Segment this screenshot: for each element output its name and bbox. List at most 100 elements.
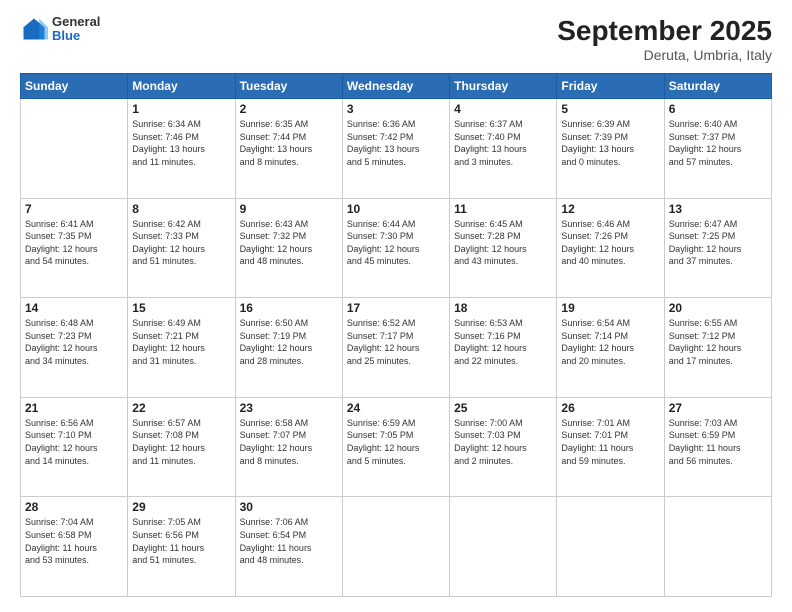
cell-info-line: Daylight: 12 hours <box>561 343 634 353</box>
day-number: 21 <box>25 401 123 415</box>
cell-info-line: Sunset: 7:28 PM <box>454 231 521 241</box>
cell-info-line: and 25 minutes. <box>347 356 411 366</box>
cell-info-line: and 40 minutes. <box>561 256 625 266</box>
cell-info: Sunrise: 6:34 AMSunset: 7:46 PMDaylight:… <box>132 118 230 168</box>
calendar-cell: 3Sunrise: 6:36 AMSunset: 7:42 PMDaylight… <box>342 99 449 199</box>
calendar-cell: 24 Sunrise: 6:59 AMSunset: 7:05 PMDayligh… <box>342 397 449 497</box>
cell-info-line: Daylight: 13 hours <box>454 144 527 154</box>
cell-info-line: Sunset: 7:32 PM <box>240 231 307 241</box>
cell-info-line: Daylight: 12 hours <box>669 144 742 154</box>
cell-info-line: and 8 minutes. <box>240 157 299 167</box>
calendar-cell: 25Sunrise: 7:00 AMSunset: 7:03 PMDayligh… <box>450 397 557 497</box>
cell-info-line: Sunset: 7:44 PM <box>240 132 307 142</box>
cell-info-line: and 17 minutes. <box>669 356 733 366</box>
day-number: 12 <box>561 202 659 216</box>
cell-info-line: Sunset: 7:37 PM <box>669 132 736 142</box>
cell-info-line: Sunrise: 6:55 AM <box>669 318 738 328</box>
day-number: 2 <box>240 102 338 116</box>
cell-info: Sunrise: 6:40 AMSunset: 7:37 PMDaylight:… <box>669 118 767 168</box>
cell-info: Sunrise: 6:54 AMSunset: 7:14 PMDaylight:… <box>561 317 659 367</box>
cell-info: Sunrise: 6:37 AMSunset: 7:40 PMDaylight:… <box>454 118 552 168</box>
cell-info-line: Daylight: 12 hours <box>454 343 527 353</box>
cell-info-line: Sunrise: 7:01 AM <box>561 418 630 428</box>
day-number: 15 <box>132 301 230 315</box>
page: General Blue September 2025 Deruta, Umbr… <box>0 0 792 612</box>
cell-info-line: and 56 minutes. <box>669 456 733 466</box>
calendar-table: SundayMondayTuesdayWednesdayThursdayFrid… <box>20 73 772 597</box>
cell-info-line: Sunrise: 6:50 AM <box>240 318 309 328</box>
cell-info-line: Sunset: 7:25 PM <box>669 231 736 241</box>
day-header-monday: Monday <box>128 74 235 99</box>
cell-info-line: and 11 minutes. <box>132 157 195 167</box>
cell-info-line: and 8 minutes. <box>240 456 299 466</box>
cell-info: Sunrise: 6:39 AMSunset: 7:39 PMDaylight:… <box>561 118 659 168</box>
cell-info: Sunrise: 6:43 AMSunset: 7:32 PMDaylight:… <box>240 218 338 268</box>
calendar-cell: 15Sunrise: 6:49 AMSunset: 7:21 PMDayligh… <box>128 298 235 398</box>
cell-info-line: Daylight: 12 hours <box>132 443 205 453</box>
calendar-cell: 28Sunrise: 7:04 AMSunset: 6:58 PMDayligh… <box>21 497 128 597</box>
cell-info: Sunrise: 6:59 AMSunset: 7:05 PMDaylight:… <box>347 417 445 467</box>
calendar-cell: 10Sunrise: 6:44 AMSunset: 7:30 PMDayligh… <box>342 198 449 298</box>
calendar-cell <box>450 497 557 597</box>
cell-info-line: Daylight: 12 hours <box>561 244 634 254</box>
cell-info-line: Daylight: 12 hours <box>240 343 313 353</box>
day-number: 13 <box>669 202 767 216</box>
cell-info-line: Sunset: 7:19 PM <box>240 331 307 341</box>
cell-info: Sunrise: 6:45 AMSunset: 7:28 PMDaylight:… <box>454 218 552 268</box>
day-number: 24 <box>347 401 445 415</box>
cell-info: Sunrise: 6:36 AMSunset: 7:42 PMDaylight:… <box>347 118 445 168</box>
cell-info: Sunrise: 6:42 AMSunset: 7:33 PMDaylight:… <box>132 218 230 268</box>
cell-info-line: and 5 minutes. <box>347 456 406 466</box>
cell-info-line: Sunrise: 6:36 AM <box>347 119 416 129</box>
logo: General Blue <box>20 15 100 44</box>
cell-info-line: and 5 minutes. <box>347 157 406 167</box>
cell-info-line: Daylight: 12 hours <box>669 244 742 254</box>
cell-info-line: Daylight: 12 hours <box>25 343 98 353</box>
cell-info-line: and 2 minutes. <box>454 456 513 466</box>
cell-info-line: and 22 minutes. <box>454 356 518 366</box>
cell-info-line: and 3 minutes. <box>454 157 513 167</box>
cell-info-line: Sunrise: 6:47 AM <box>669 219 738 229</box>
cell-info: Sunrise: 7:05 AMSunset: 6:56 PMDaylight:… <box>132 516 230 566</box>
cell-info-line: Daylight: 12 hours <box>25 443 98 453</box>
cell-info-line: and 48 minutes. <box>240 555 304 565</box>
day-number: 27 <box>669 401 767 415</box>
cell-info-line: Sunset: 7:14 PM <box>561 331 628 341</box>
calendar-week-2: 7Sunrise: 6:41 AMSunset: 7:35 PMDaylight… <box>21 198 772 298</box>
cell-info-line: Daylight: 12 hours <box>240 443 313 453</box>
cell-info-line: Sunrise: 6:34 AM <box>132 119 201 129</box>
cell-info-line: Sunrise: 6:35 AM <box>240 119 309 129</box>
day-number: 17 <box>347 301 445 315</box>
cell-info-line: Daylight: 12 hours <box>25 244 98 254</box>
cell-info-line: and 59 minutes. <box>561 456 625 466</box>
calendar-week-1: 1Sunrise: 6:34 AMSunset: 7:46 PMDaylight… <box>21 99 772 199</box>
cell-info-line: Sunrise: 7:05 AM <box>132 517 201 527</box>
calendar-cell: 29Sunrise: 7:05 AMSunset: 6:56 PMDayligh… <box>128 497 235 597</box>
cell-info-line: Daylight: 11 hours <box>561 443 633 453</box>
title-block: September 2025 Deruta, Umbria, Italy <box>557 15 772 63</box>
calendar-cell: 26Sunrise: 7:01 AMSunset: 7:01 PMDayligh… <box>557 397 664 497</box>
cell-info-line: Sunrise: 7:06 AM <box>240 517 309 527</box>
cell-info-line: Sunrise: 6:48 AM <box>25 318 94 328</box>
cell-info-line: Sunset: 7:42 PM <box>347 132 414 142</box>
cell-info-line: and 11 minutes. <box>132 456 195 466</box>
cell-info-line: and 28 minutes. <box>240 356 304 366</box>
cell-info-line: Sunrise: 6:39 AM <box>561 119 630 129</box>
day-header-wednesday: Wednesday <box>342 74 449 99</box>
cell-info-line: Daylight: 12 hours <box>132 343 205 353</box>
cell-info: Sunrise: 6:41 AMSunset: 7:35 PMDaylight:… <box>25 218 123 268</box>
cell-info: Sunrise: 6:46 AMSunset: 7:26 PMDaylight:… <box>561 218 659 268</box>
cell-info-line: Sunrise: 7:03 AM <box>669 418 738 428</box>
calendar-cell: 30Sunrise: 7:06 AMSunset: 6:54 PMDayligh… <box>235 497 342 597</box>
cell-info: Sunrise: 7:06 AMSunset: 6:54 PMDaylight:… <box>240 516 338 566</box>
cell-info-line: Daylight: 11 hours <box>132 543 204 553</box>
calendar-cell: 9Sunrise: 6:43 AMSunset: 7:32 PMDaylight… <box>235 198 342 298</box>
cell-info-line: and 54 minutes. <box>25 256 89 266</box>
cell-info-line: and 34 minutes. <box>25 356 89 366</box>
logo-general: General <box>52 15 100 29</box>
calendar-cell: 18Sunrise: 6:53 AMSunset: 7:16 PMDayligh… <box>450 298 557 398</box>
calendar-cell: 6Sunrise: 6:40 AMSunset: 7:37 PMDaylight… <box>664 99 771 199</box>
cell-info: Sunrise: 6:56 AMSunset: 7:10 PMDaylight:… <box>25 417 123 467</box>
cell-info-line: Daylight: 11 hours <box>25 543 97 553</box>
calendar-cell: 12 Sunrise: 6:46 AMSunset: 7:26 PMDayligh… <box>557 198 664 298</box>
